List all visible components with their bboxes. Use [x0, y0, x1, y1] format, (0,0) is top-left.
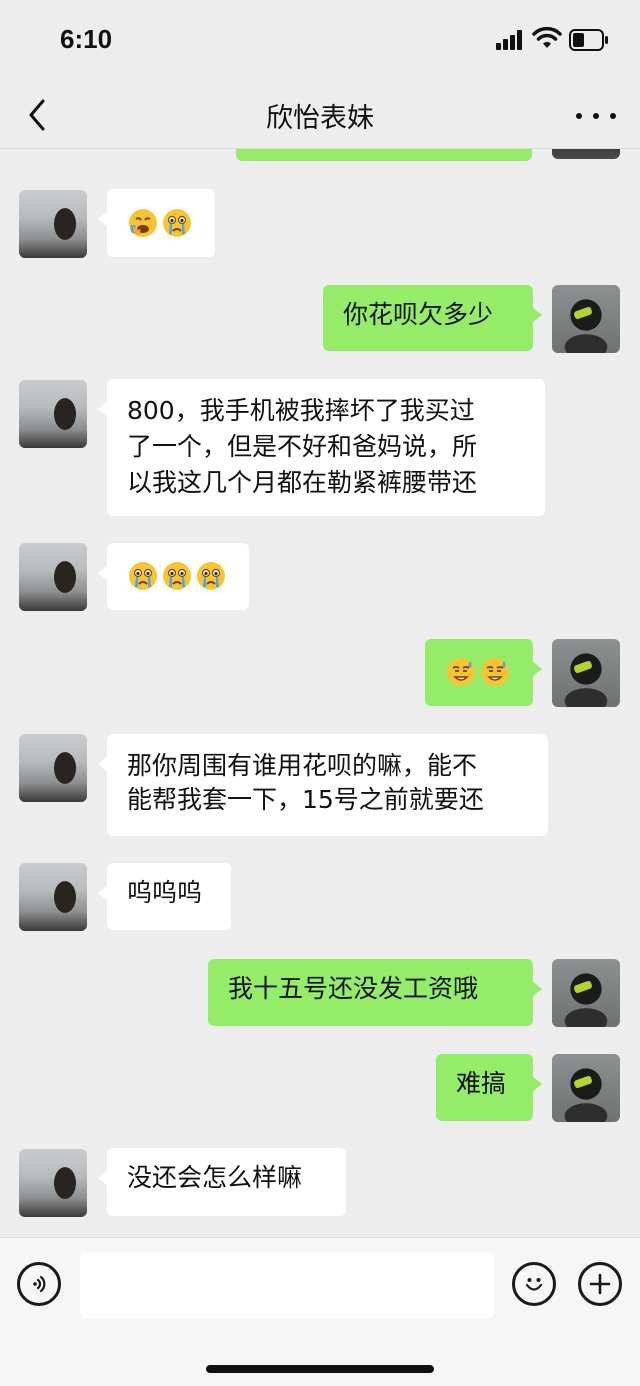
- message-bubble-incoming[interactable]: [98, 189, 215, 257]
- message-text-line: 以我这几个月都在勒紧裤腰带还: [127, 468, 478, 497]
- contact-avatar[interactable]: [19, 543, 87, 611]
- message-bubble-outgoing[interactable]: [425, 639, 542, 706]
- self-avatar[interactable]: [552, 1054, 620, 1122]
- emoji-row: [127, 559, 229, 593]
- crying-emoji-icon: [129, 562, 157, 590]
- message-bubble-incoming[interactable]: 呜呜呜: [98, 863, 231, 930]
- partial-avatar: [552, 149, 620, 159]
- emoji-row: [127, 206, 195, 240]
- status-bar: 6:10: [0, 0, 640, 82]
- message-text: 我十五号还没发工资哦: [228, 974, 479, 1003]
- partial-message-bubble: [236, 149, 532, 161]
- battery-icon: [569, 29, 608, 51]
- self-avatar[interactable]: [552, 285, 620, 353]
- voice-icon: [33, 1275, 46, 1293]
- message-text-line: 800，我手机被我摔坏了我买过: [127, 396, 475, 425]
- wifi-icon: [532, 26, 562, 48]
- crying-emoji-icon: [197, 562, 225, 590]
- contact-avatar[interactable]: [19, 734, 87, 802]
- more-options-button[interactable]: [576, 104, 616, 128]
- emoji-button[interactable]: [512, 1262, 556, 1306]
- smiley-icon: [525, 1278, 543, 1291]
- message-text-line: 能帮我套一下，15号之前就要还: [127, 785, 484, 814]
- message-text: 没还会怎么样嘛: [127, 1163, 303, 1192]
- message-list[interactable]: 你花呗欠多少 800，我手机被我摔坏了我买过 了一个，但是不好和爸妈说，所 以我…: [0, 149, 640, 1237]
- status-time: 6:10: [60, 24, 113, 54]
- message-text: 你花呗欠多少: [343, 300, 494, 329]
- contact-avatar[interactable]: [19, 1149, 87, 1217]
- message-bubble-incoming[interactable]: 没还会怎么样嘛: [98, 1148, 346, 1216]
- sweat-smile-emoji-icon: [447, 658, 475, 686]
- contact-avatar[interactable]: [19, 190, 87, 258]
- cellular-signal-icon: [496, 30, 522, 50]
- crying-emoji-icon: [163, 562, 191, 590]
- input-bar: [0, 1237, 640, 1386]
- message-bubble-outgoing[interactable]: 我十五号还没发工资哦: [208, 959, 542, 1026]
- message-input[interactable]: [80, 1252, 494, 1318]
- contact-avatar[interactable]: [19, 863, 87, 931]
- self-avatar[interactable]: [552, 639, 620, 707]
- message-text: 难搞: [456, 1069, 507, 1098]
- message-text-line: 那你周围有谁用花呗的嘛，能不: [127, 751, 478, 780]
- chat-header: 欣怡表妹: [0, 82, 640, 149]
- self-avatar[interactable]: [552, 959, 620, 1027]
- message-text-line: 了一个，但是不好和爸妈说，所: [127, 432, 478, 461]
- chat-title: 欣怡表妹: [266, 103, 374, 134]
- crying-emoji-icon: [163, 209, 191, 237]
- message-bubble-incoming[interactable]: 800，我手机被我摔坏了我买过 了一个，但是不好和爸妈说，所 以我这几个月都在勒…: [98, 379, 545, 516]
- more-dot: [610, 113, 616, 119]
- more-dot: [576, 113, 582, 119]
- message-bubble-incoming[interactable]: [98, 543, 249, 610]
- voice-button[interactable]: [17, 1262, 61, 1306]
- contact-avatar[interactable]: [19, 380, 87, 448]
- more-functions-button[interactable]: [578, 1262, 622, 1306]
- message-bubble-outgoing[interactable]: 难搞: [436, 1054, 542, 1121]
- message-bubble-incoming[interactable]: 那你周围有谁用花呗的嘛，能不 能帮我套一下，15号之前就要还: [98, 734, 548, 836]
- message-bubble-outgoing[interactable]: 你花呗欠多少: [323, 285, 542, 351]
- plus-icon: [589, 1273, 611, 1295]
- more-dot: [593, 113, 599, 119]
- emoji-row: [445, 655, 513, 689]
- message-text: 呜呜呜: [127, 878, 203, 907]
- laugh-cry-emoji-icon: [129, 209, 157, 237]
- sweat-smile-emoji-icon: [481, 658, 509, 686]
- home-indicator[interactable]: [206, 1365, 434, 1373]
